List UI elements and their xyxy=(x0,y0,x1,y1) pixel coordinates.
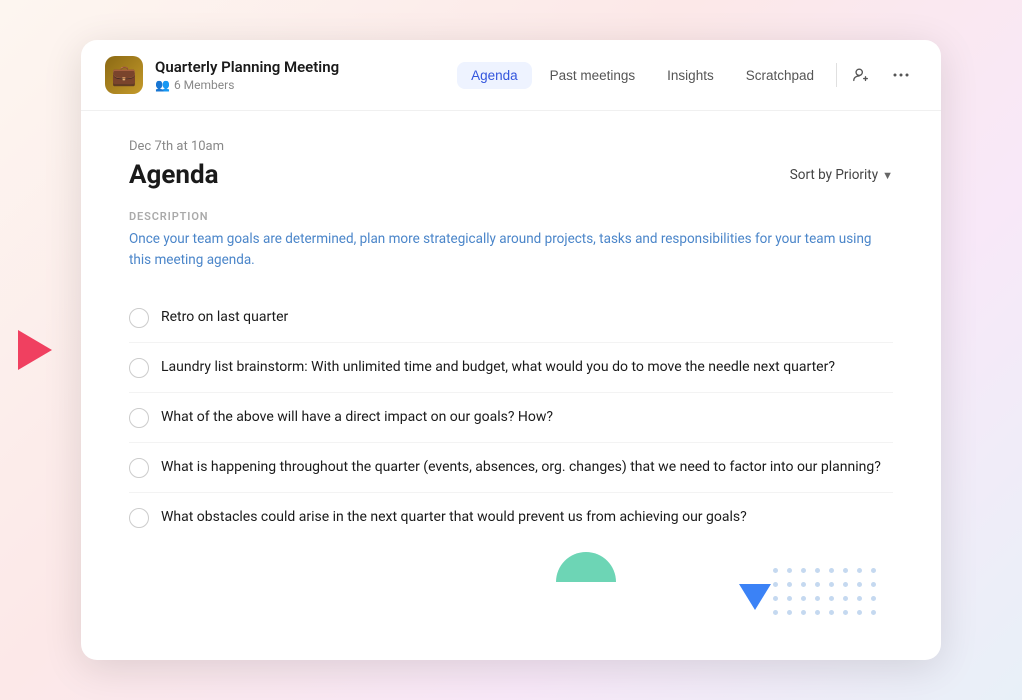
sort-control[interactable]: Sort by Priority ▼ xyxy=(790,167,893,183)
item-radio-3[interactable] xyxy=(129,458,149,478)
item-radio-0[interactable] xyxy=(129,308,149,328)
more-button[interactable] xyxy=(885,59,917,91)
agenda-title-row: Agenda Sort by Priority ▼ xyxy=(129,160,893,190)
card-body: Dec 7th at 10am Agenda Sort by Priority … xyxy=(81,111,941,574)
page-container: 💼 Quarterly Planning Meeting 👥 6 Members… xyxy=(0,0,1022,700)
header-actions xyxy=(845,59,917,91)
agenda-heading: Agenda xyxy=(129,160,219,190)
item-radio-2[interactable] xyxy=(129,408,149,428)
item-text-4: What obstacles could arise in the next q… xyxy=(161,507,747,528)
dots-decoration xyxy=(773,568,881,620)
header-nav: Agenda Past meetings Insights Scratchpad xyxy=(457,62,828,89)
list-item: What is happening throughout the quarter… xyxy=(129,442,893,492)
description-section: DESCRIPTION Once your team goals are det… xyxy=(129,210,893,271)
app-icon: 💼 xyxy=(105,56,143,94)
item-text-0: Retro on last quarter xyxy=(161,307,288,328)
item-text-3: What is happening throughout the quarter… xyxy=(161,457,881,478)
tab-scratchpad[interactable]: Scratchpad xyxy=(732,62,828,89)
header-right: Agenda Past meetings Insights Scratchpad xyxy=(457,59,917,91)
members-icon: 👥 xyxy=(155,78,170,92)
item-text-1: Laundry list brainstorm: With unlimited … xyxy=(161,357,835,378)
item-radio-1[interactable] xyxy=(129,358,149,378)
list-item: What of the above will have a direct imp… xyxy=(129,392,893,442)
members-line: 👥 6 Members xyxy=(155,78,339,92)
list-item: Laundry list brainstorm: With unlimited … xyxy=(129,342,893,392)
agenda-items-list: Retro on last quarter Laundry list brain… xyxy=(129,293,893,542)
description-text: Once your team goals are determined, pla… xyxy=(129,229,893,271)
card-header: 💼 Quarterly Planning Meeting 👥 6 Members… xyxy=(81,40,941,111)
meeting-title: Quarterly Planning Meeting xyxy=(155,58,339,76)
header-left: 💼 Quarterly Planning Meeting 👥 6 Members xyxy=(105,56,339,94)
item-text-2: What of the above will have a direct imp… xyxy=(161,407,553,428)
play-icon[interactable] xyxy=(18,330,52,370)
header-title-block: Quarterly Planning Meeting 👥 6 Members xyxy=(155,58,339,92)
sort-label: Sort by Priority xyxy=(790,167,878,183)
members-count: 6 Members xyxy=(174,78,234,92)
sort-chevron-icon: ▼ xyxy=(882,169,893,182)
tab-past-meetings[interactable]: Past meetings xyxy=(536,62,650,89)
list-item: What obstacles could arise in the next q… xyxy=(129,492,893,542)
triangle-decoration xyxy=(739,584,771,610)
add-member-button[interactable] xyxy=(845,59,877,91)
main-card: 💼 Quarterly Planning Meeting 👥 6 Members… xyxy=(81,40,941,660)
list-item: Retro on last quarter xyxy=(129,293,893,342)
description-label: DESCRIPTION xyxy=(129,210,893,223)
item-radio-4[interactable] xyxy=(129,508,149,528)
tab-agenda[interactable]: Agenda xyxy=(457,62,532,89)
tab-insights[interactable]: Insights xyxy=(653,62,728,89)
date-label: Dec 7th at 10am xyxy=(129,139,893,154)
nav-divider xyxy=(836,63,837,87)
